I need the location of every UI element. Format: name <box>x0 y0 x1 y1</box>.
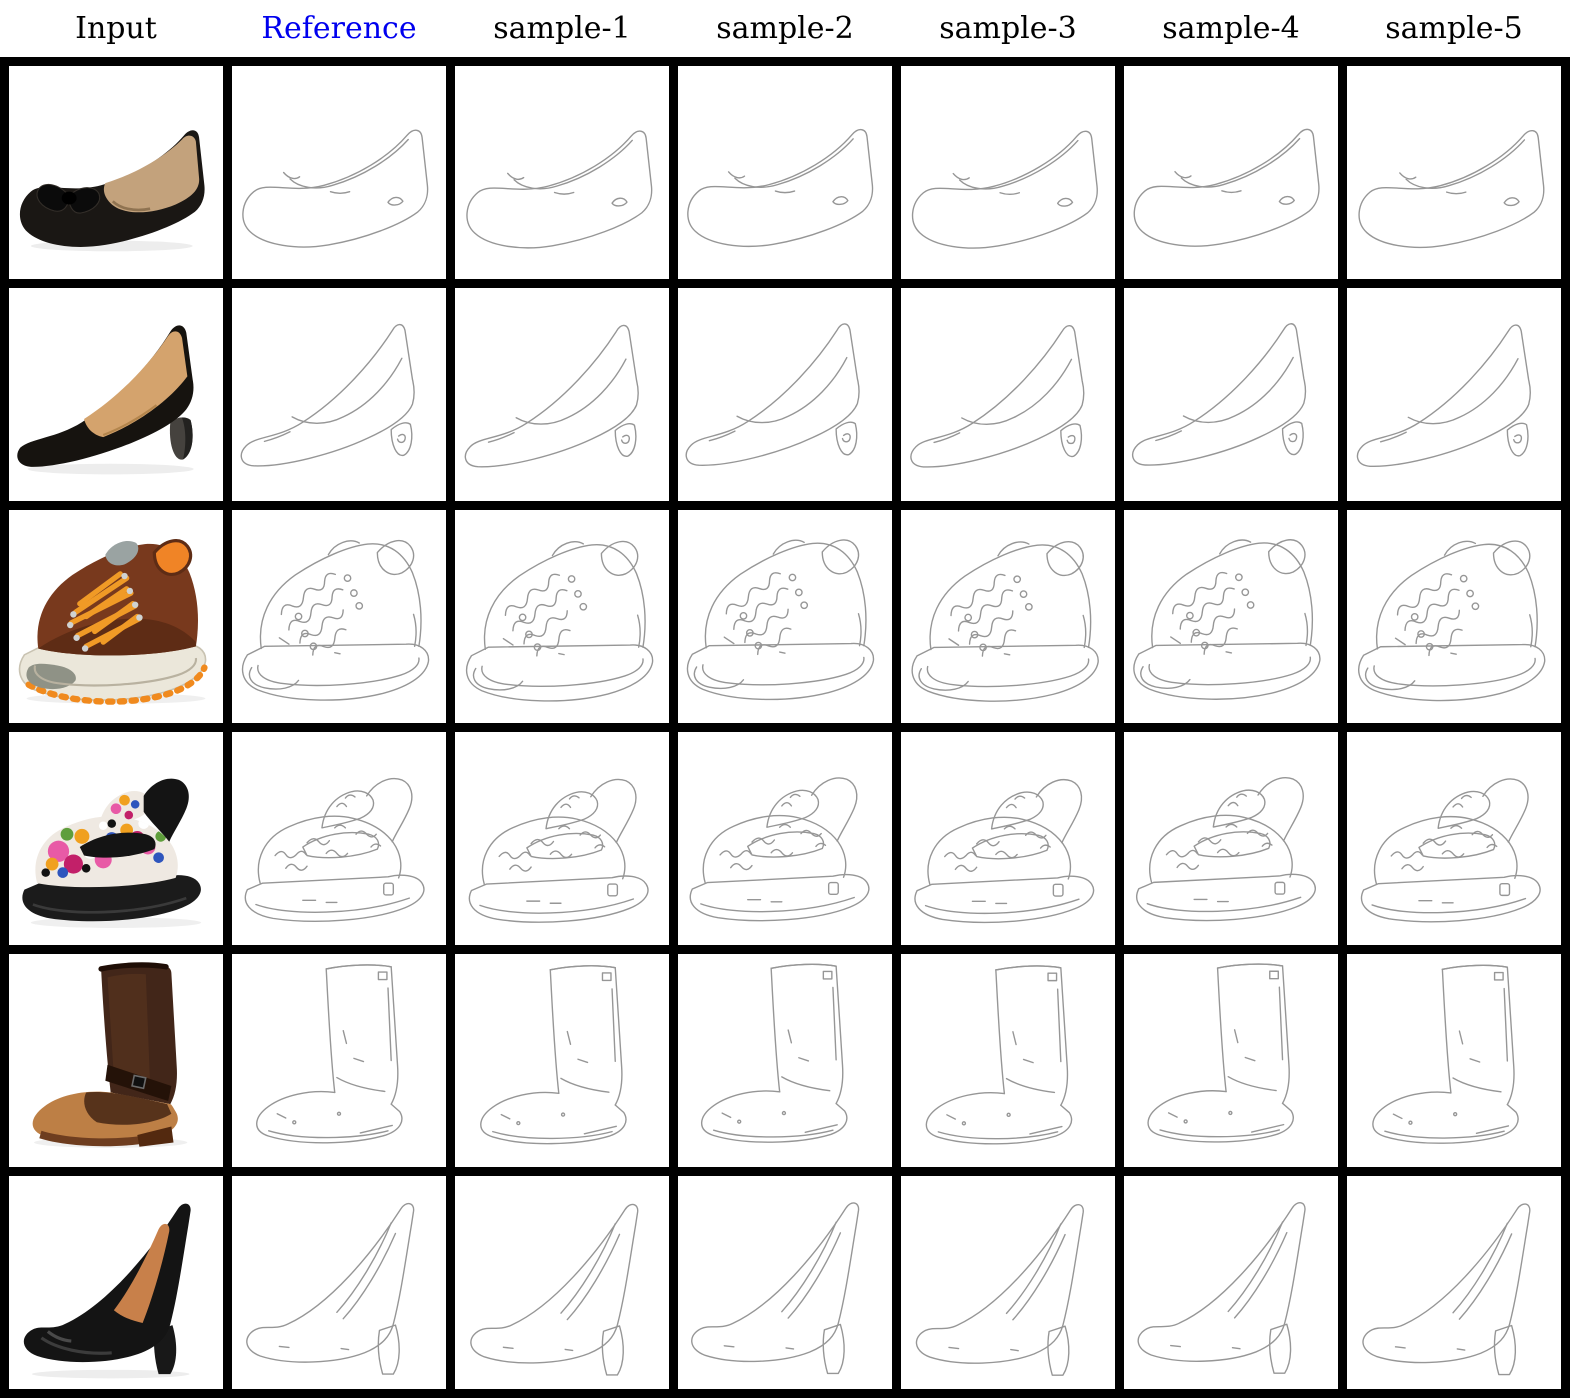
brown-lace-up-sneaker-sketch-image <box>686 539 875 701</box>
column-header-sample-1: sample-1 <box>493 10 631 46</box>
ballet-flat-sketch-image <box>1358 130 1545 249</box>
sketch-kitten-heel-pump-sample-2 <box>678 288 892 501</box>
sketch-floral-mary-jane-clog-reference <box>232 732 446 945</box>
sketch-ballet-flat-sample-5 <box>1347 66 1561 279</box>
brown-harness-boot-photo-image <box>32 962 188 1148</box>
sketch-kitten-heel-pump-reference <box>232 288 446 501</box>
sketch-brown-lace-up-sneaker-reference <box>232 510 446 723</box>
brown-harness-boot-sketch-image <box>1147 963 1294 1143</box>
photo-brown-harness-boot-input <box>9 954 223 1167</box>
kitten-heel-pump-sketch-image <box>910 324 1085 468</box>
sketch-kitten-heel-pump-sample-3 <box>901 288 1115 501</box>
sketch-floral-mary-jane-clog-sample-3 <box>901 732 1115 945</box>
kitten-heel-pump-photo-image <box>17 325 194 475</box>
sketch-kitten-heel-pump-sample-1 <box>455 288 669 501</box>
sketch-black-high-heel-pump-sample-3 <box>901 1176 1115 1389</box>
floral-mary-jane-clog-photo-image <box>22 778 202 928</box>
column-header-reference: Reference <box>261 10 417 46</box>
floral-mary-jane-clog-sketch-image <box>468 778 649 923</box>
sketch-brown-harness-boot-sample-2 <box>678 954 892 1167</box>
black-high-heel-pump-sketch-image <box>1362 1203 1531 1376</box>
brown-lace-up-sneaker-sketch-image <box>241 539 430 701</box>
kitten-heel-pump-sketch-image <box>1356 324 1531 467</box>
sketch-kitten-heel-pump-sample-4 <box>1124 288 1338 501</box>
sketch-black-high-heel-pump-sample-2 <box>678 1176 892 1389</box>
ballet-flat-sketch-image <box>466 130 653 249</box>
photo-black-high-heel-pump-input <box>9 1176 223 1389</box>
sketch-black-high-heel-pump-reference <box>232 1176 446 1389</box>
floral-mary-jane-clog-sketch-image <box>1360 778 1541 923</box>
black-high-heel-pump-sketch-image <box>470 1203 639 1376</box>
floral-mary-jane-clog-sketch-image <box>244 777 425 922</box>
column-header-sample-4: sample-4 <box>1162 10 1300 46</box>
brown-harness-boot-sketch-image <box>925 965 1073 1145</box>
sketch-brown-lace-up-sneaker-sample-3 <box>901 510 1115 723</box>
kitten-heel-pump-sketch-image <box>1131 323 1307 466</box>
floral-mary-jane-clog-sketch-image <box>914 779 1095 924</box>
black-high-heel-pump-sketch-image <box>691 1202 860 1375</box>
kitten-heel-pump-sketch-image <box>464 324 639 468</box>
ballet-flat-photo-image <box>19 130 205 252</box>
sketch-floral-mary-jane-clog-sample-4 <box>1124 732 1338 945</box>
ballet-flat-sketch-image <box>687 128 874 247</box>
sketch-ballet-flat-reference <box>232 66 446 279</box>
column-header-row: Input Reference sample-1 sample-2 sample-3 sa… <box>0 0 1570 57</box>
photo-kitten-heel-pump-input <box>9 288 223 501</box>
black-high-heel-pump-sketch-image <box>1137 1202 1306 1374</box>
column-header-sample-3: sample-3 <box>939 10 1077 46</box>
brown-harness-boot-sketch-image <box>480 965 627 1145</box>
column-header-input: Input <box>75 10 157 46</box>
sketch-floral-mary-jane-clog-sample-1 <box>455 732 669 945</box>
floral-mary-jane-clog-sketch-image <box>1136 777 1316 922</box>
sketch-black-high-heel-pump-sample-5 <box>1347 1176 1561 1389</box>
black-high-heel-pump-sketch-image <box>915 1204 1084 1376</box>
brown-harness-boot-sketch-image <box>256 964 403 1144</box>
sketch-brown-lace-up-sneaker-sample-1 <box>455 510 669 723</box>
brown-harness-boot-sketch-image <box>700 963 848 1143</box>
sketch-brown-harness-boot-sample-5 <box>1347 954 1561 1167</box>
brown-lace-up-sneaker-sketch-image <box>1358 540 1546 702</box>
kitten-heel-pump-sketch-image <box>685 323 860 466</box>
sketch-brown-harness-boot-reference <box>232 954 446 1167</box>
sketch-brown-lace-up-sneaker-sample-5 <box>1347 510 1561 723</box>
sketch-floral-mary-jane-clog-sample-2 <box>678 732 892 945</box>
results-figure: Input Reference sample-1 sample-2 sample-3 sa… <box>0 0 1570 1398</box>
ballet-flat-sketch-image <box>911 130 1098 249</box>
brown-lace-up-sneaker-sketch-image <box>465 540 654 702</box>
photo-brown-lace-up-sneaker-input <box>9 510 223 723</box>
photo-floral-mary-jane-clog-input <box>9 732 223 945</box>
black-high-heel-pump-photo-image <box>23 1203 191 1379</box>
sketch-brown-lace-up-sneaker-sample-4 <box>1124 510 1338 723</box>
sketch-brown-harness-boot-sample-4 <box>1124 954 1338 1167</box>
sketch-brown-harness-boot-sample-1 <box>455 954 669 1167</box>
image-grid <box>0 57 1570 1398</box>
sketch-floral-mary-jane-clog-sample-5 <box>1347 732 1561 945</box>
sketch-ballet-flat-sample-2 <box>678 66 892 279</box>
sketch-ballet-flat-sample-1 <box>455 66 669 279</box>
sketch-brown-lace-up-sneaker-sample-2 <box>678 510 892 723</box>
ballet-flat-sketch-image <box>1133 128 1320 247</box>
floral-mary-jane-clog-sketch-image <box>689 777 870 922</box>
brown-lace-up-sneaker-photo-image <box>18 539 208 705</box>
brown-harness-boot-sketch-image <box>1372 964 1519 1144</box>
photo-ballet-flat-input <box>9 66 223 279</box>
column-header-sample-5: sample-5 <box>1385 10 1523 46</box>
column-header-sample-2: sample-2 <box>716 10 854 46</box>
brown-lace-up-sneaker-sketch-image <box>911 541 1099 702</box>
brown-lace-up-sneaker-sketch-image <box>1133 539 1321 700</box>
black-high-heel-pump-sketch-image <box>246 1202 415 1375</box>
ballet-flat-sketch-image <box>242 129 429 248</box>
sketch-black-high-heel-pump-sample-1 <box>455 1176 669 1389</box>
sketch-ballet-flat-sample-4 <box>1124 66 1338 279</box>
kitten-heel-pump-sketch-image <box>240 323 415 467</box>
sketch-kitten-heel-pump-sample-5 <box>1347 288 1561 501</box>
sketch-black-high-heel-pump-sample-4 <box>1124 1176 1338 1389</box>
sketch-brown-harness-boot-sample-3 <box>901 954 1115 1167</box>
sketch-ballet-flat-sample-3 <box>901 66 1115 279</box>
